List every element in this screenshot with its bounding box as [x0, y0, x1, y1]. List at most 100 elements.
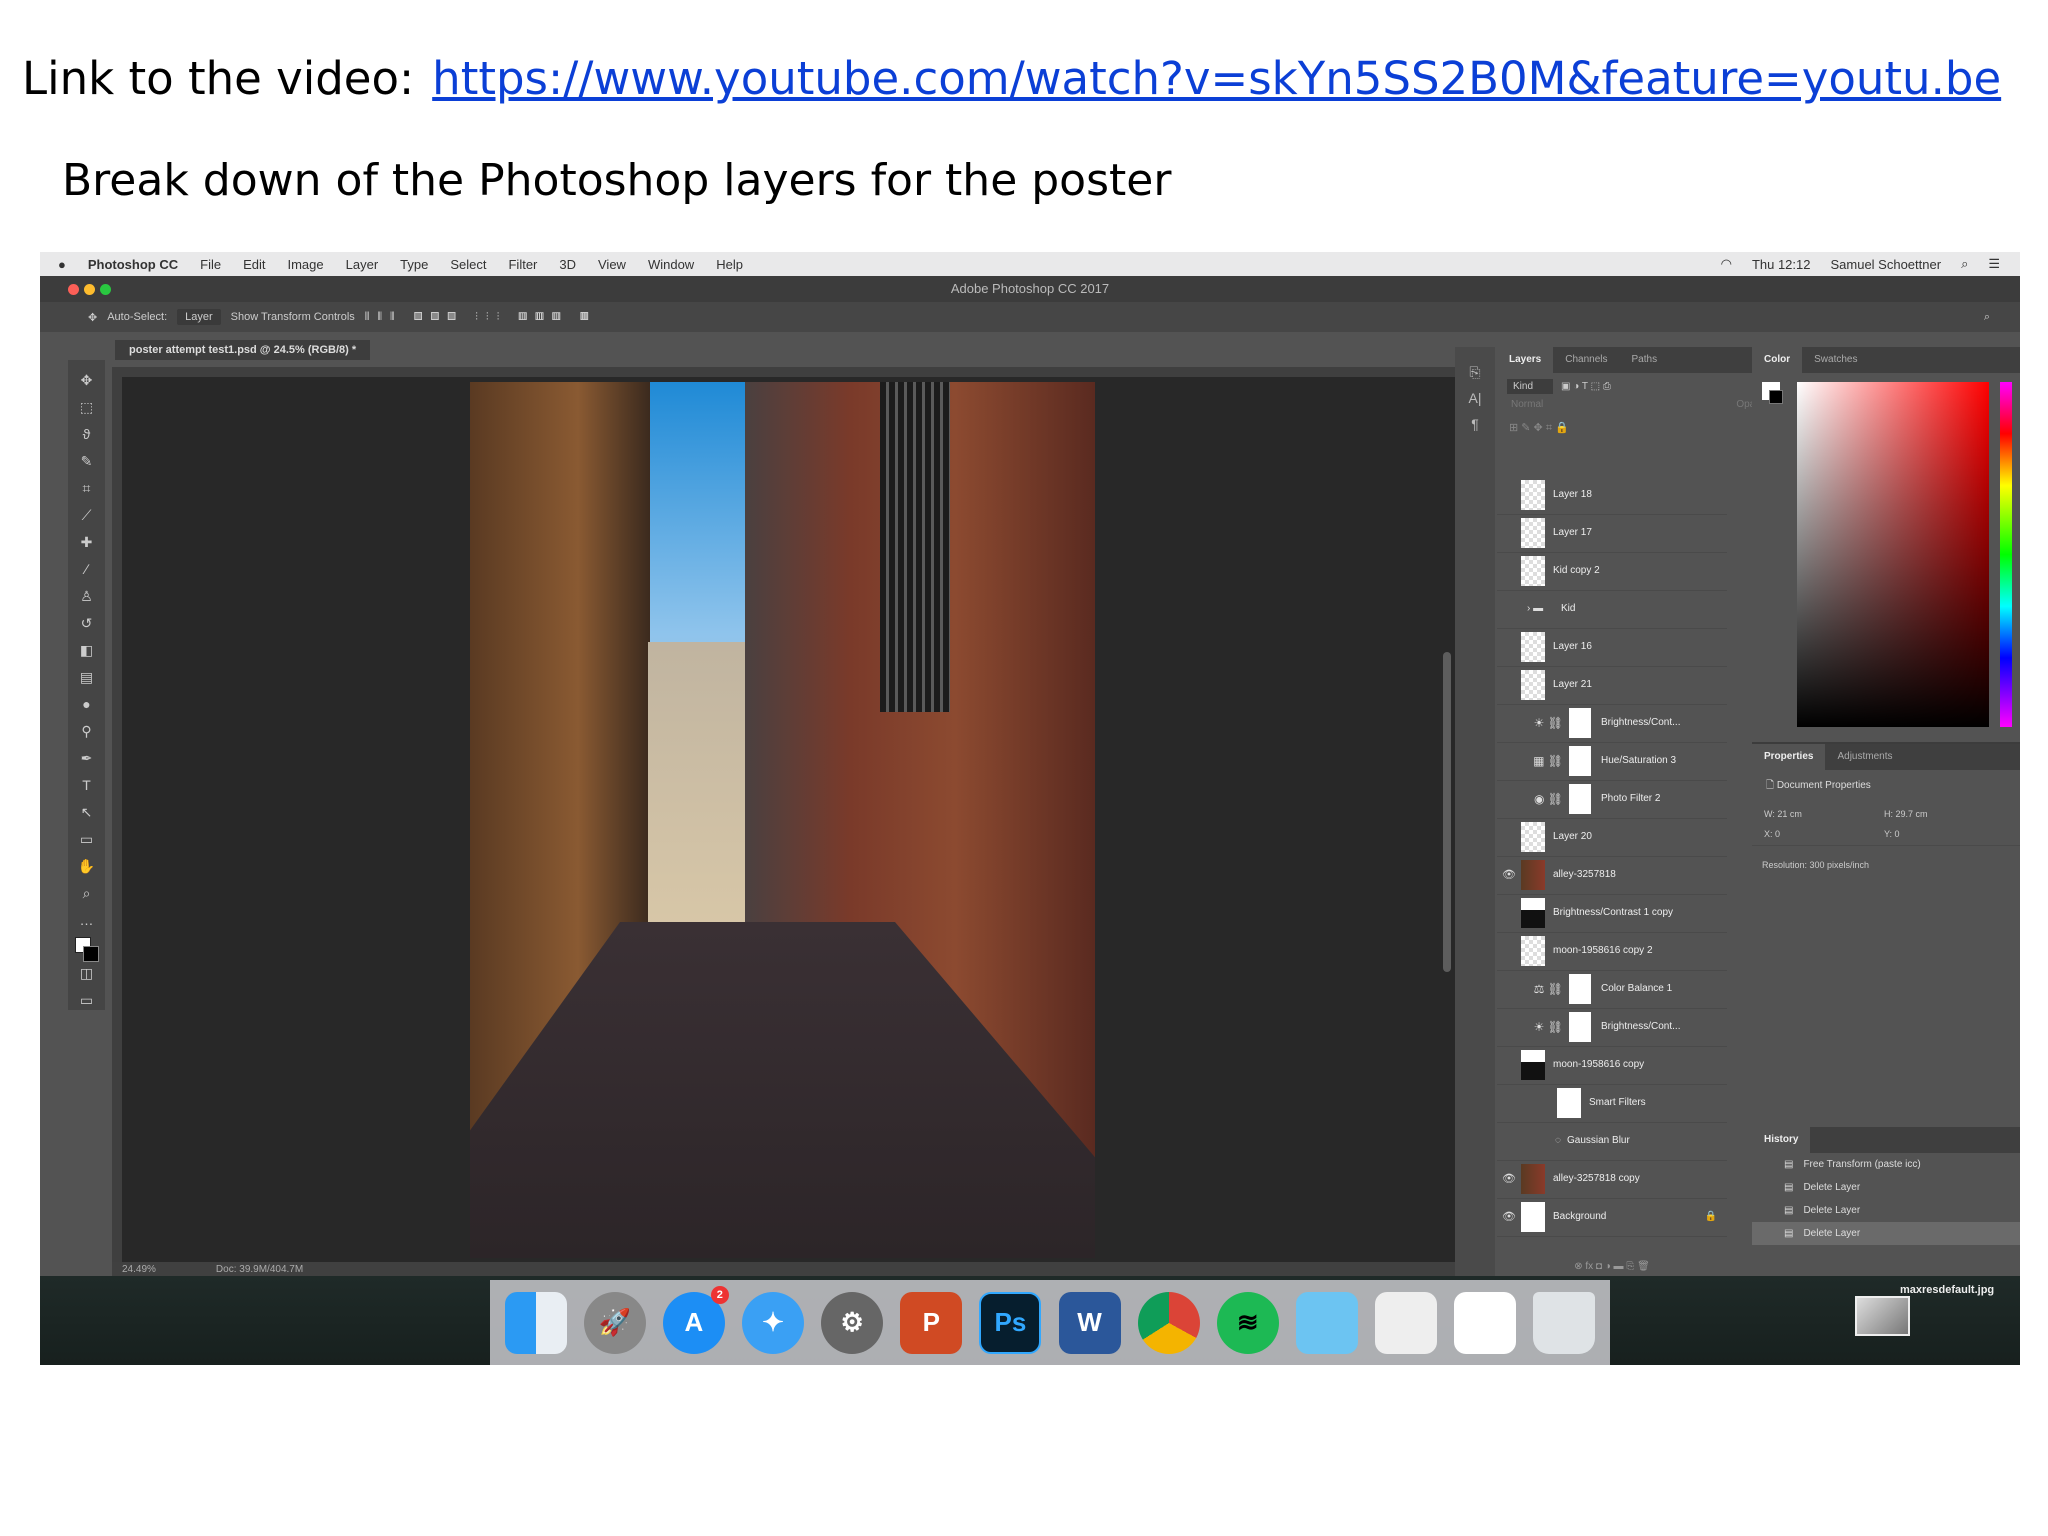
layer-mask-thumbnail[interactable]: [1569, 783, 1591, 814]
shape-icon[interactable]: ▭: [80, 829, 93, 849]
align-icons[interactable]: ⫴⫴⫴ ▤▤▤ ⫶⫶⫶ ▥▥▥ ▦: [365, 311, 597, 324]
layer-name[interactable]: Layer 18: [1553, 489, 1592, 500]
zoom-icon[interactable]: ⌕: [83, 883, 91, 903]
video-link[interactable]: https://www.youtube.com/watch?v=skYn5SS2…: [432, 52, 2001, 105]
history-item-selected[interactable]: ▤ Delete Layer: [1752, 1222, 2020, 1245]
clock[interactable]: Thu 12:12: [1752, 257, 1811, 272]
preview-icon[interactable]: [1375, 1291, 1438, 1354]
layer-name[interactable]: Background: [1553, 1211, 1606, 1222]
filter-icons[interactable]: ▣ ◑ T ⬚ ⎙: [1561, 381, 1611, 392]
layer-name[interactable]: Smart Filters: [1589, 1097, 1646, 1108]
layer-row[interactable]: Layer 21: [1497, 665, 1727, 705]
notification-icon[interactable]: ☰: [1988, 256, 2000, 272]
menu-help[interactable]: Help: [716, 257, 743, 272]
menu-type[interactable]: Type: [400, 257, 428, 272]
layer-row[interactable]: ▦ ⛓ Hue/Saturation 3: [1497, 741, 1727, 781]
transform-controls-checkbox[interactable]: Show Transform Controls: [231, 311, 355, 323]
close-button[interactable]: [68, 284, 79, 295]
canvas-scrollbar[interactable]: [1443, 652, 1451, 972]
wifi-icon[interactable]: ◠: [1721, 256, 1732, 272]
history-item[interactable]: ▤ Delete Layer: [1752, 1176, 2020, 1199]
tab-layers[interactable]: Layers: [1497, 347, 1554, 373]
zoom-level[interactable]: 24.49%: [122, 1264, 156, 1275]
layer-row[interactable]: 👁 alley-3257818: [1497, 855, 1727, 895]
tab-paths[interactable]: Paths: [1620, 347, 1670, 373]
layer-row[interactable]: moon-1958616 copy 2: [1497, 931, 1727, 971]
tab-history[interactable]: History: [1752, 1127, 1811, 1153]
eyedropper-icon[interactable]: ⟋: [82, 505, 92, 525]
layer-row[interactable]: ☀ ⛓ Brightness/Cont...: [1497, 1007, 1727, 1047]
layer-name[interactable]: Hue/Saturation 3: [1601, 755, 1676, 766]
layer-thumbnail[interactable]: [1521, 821, 1545, 852]
x-value[interactable]: X: 0: [1764, 829, 1884, 839]
visibility-eye-icon[interactable]: 👁: [1497, 868, 1521, 881]
brush-icon[interactable]: ∕: [85, 559, 87, 579]
layer-name[interactable]: Layer 16: [1553, 641, 1592, 652]
hand-icon[interactable]: ✋: [78, 856, 95, 876]
color-field[interactable]: [1797, 382, 1989, 727]
layer-mask-thumbnail[interactable]: [1569, 745, 1591, 776]
dodge-icon[interactable]: ⚲: [81, 721, 91, 741]
layer-name[interactable]: moon-1958616 copy 2: [1553, 945, 1653, 956]
quick-mask-icon[interactable]: ◫: [80, 963, 93, 983]
stamp-icon[interactable]: ♙: [80, 586, 93, 606]
launchpad-icon[interactable]: 🚀: [583, 1291, 646, 1354]
visibility-eye-icon[interactable]: 👁: [1497, 1210, 1521, 1223]
history-brush-icon[interactable]: ↺: [81, 613, 93, 633]
layer-filter-dropdown[interactable]: Kind: [1507, 378, 1554, 394]
healing-icon[interactable]: ✚: [81, 532, 93, 552]
layer-row[interactable]: ◉ ⛓ Photo Filter 2: [1497, 779, 1727, 819]
pen-icon[interactable]: ✒: [81, 748, 93, 768]
desktop-file-name[interactable]: maxresdefault.jpg: [1900, 1284, 1994, 1296]
layer-row[interactable]: ⚖ ⛓ Color Balance 1: [1497, 969, 1727, 1009]
poster-image[interactable]: [470, 382, 1095, 1258]
textedit-icon[interactable]: [1454, 1291, 1517, 1354]
paragraph-panel-icon[interactable]: ¶: [1455, 411, 1495, 437]
layer-row[interactable]: Layer 16: [1497, 627, 1727, 667]
layer-name[interactable]: Gaussian Blur: [1567, 1135, 1630, 1146]
layer-name[interactable]: Brightness/Cont...: [1601, 717, 1680, 728]
menu-3d[interactable]: 3D: [559, 257, 576, 272]
user-name[interactable]: Samuel Schoettner: [1830, 257, 1941, 272]
finder-icon[interactable]: [504, 1291, 567, 1354]
layer-thumbnail[interactable]: [1521, 1163, 1545, 1194]
layer-thumbnail[interactable]: [1521, 555, 1545, 586]
layer-name[interactable]: Layer 21: [1553, 679, 1592, 690]
menu-view[interactable]: View: [598, 257, 626, 272]
layer-thumbnail[interactable]: [1521, 517, 1545, 548]
folder-icon[interactable]: › ▬: [1521, 603, 1561, 614]
layer-thumbnail[interactable]: [1521, 479, 1545, 510]
tab-adjustments[interactable]: Adjustments: [1825, 744, 1904, 770]
more-icon[interactable]: …: [80, 910, 94, 930]
crop-tool-icon[interactable]: ⌗: [83, 478, 91, 498]
layer-row[interactable]: Layer 18: [1497, 475, 1727, 515]
layer-row[interactable]: 👁 Background 🔒: [1497, 1197, 1727, 1237]
document-tab[interactable]: poster attempt test1.psd @ 24.5% (RGB/8)…: [115, 340, 371, 360]
safari-icon[interactable]: ✦: [741, 1291, 804, 1354]
eraser-icon[interactable]: ◧: [80, 640, 93, 660]
layer-row[interactable]: › ▬ Kid: [1497, 589, 1727, 629]
layer-row[interactable]: Layer 20: [1497, 817, 1727, 857]
photoshop-icon[interactable]: Ps: [979, 1291, 1042, 1354]
filter-visibility-icon[interactable]: ◌: [1521, 1135, 1567, 1146]
layer-name[interactable]: moon-1958616 copy: [1553, 1059, 1644, 1070]
search-icon[interactable]: ⌕: [1984, 311, 1990, 324]
width-value[interactable]: W: 21 cm: [1764, 809, 1884, 819]
layer-thumbnail[interactable]: [1521, 897, 1545, 928]
auto-select-checkbox[interactable]: Auto-Select:: [107, 311, 167, 323]
screen-mode-icon[interactable]: ▭: [80, 990, 93, 1010]
system-preferences-icon[interactable]: ⚙: [821, 1291, 884, 1354]
powerpoint-icon[interactable]: P: [900, 1291, 963, 1354]
move-tool-icon[interactable]: ✥: [81, 370, 93, 390]
character-panel-icon[interactable]: A|: [1455, 385, 1495, 411]
layer-name[interactable]: Layer 17: [1553, 527, 1592, 538]
layer-row[interactable]: Kid copy 2: [1497, 551, 1727, 591]
layer-actions[interactable]: ⊗ fx ◘ ◑ ▬ ⎘ 🗑: [1497, 1255, 1727, 1277]
tab-swatches[interactable]: Swatches: [1802, 347, 1869, 373]
history-item[interactable]: ▤ Delete Layer: [1752, 1199, 2020, 1222]
layer-name[interactable]: Color Balance 1: [1601, 983, 1672, 994]
background-color[interactable]: [1769, 390, 1783, 404]
tab-properties[interactable]: Properties: [1752, 744, 1826, 770]
layer-row[interactable]: ☀ ⛓ Brightness/Cont...: [1497, 703, 1727, 743]
hue-slider[interactable]: [2000, 382, 2012, 727]
